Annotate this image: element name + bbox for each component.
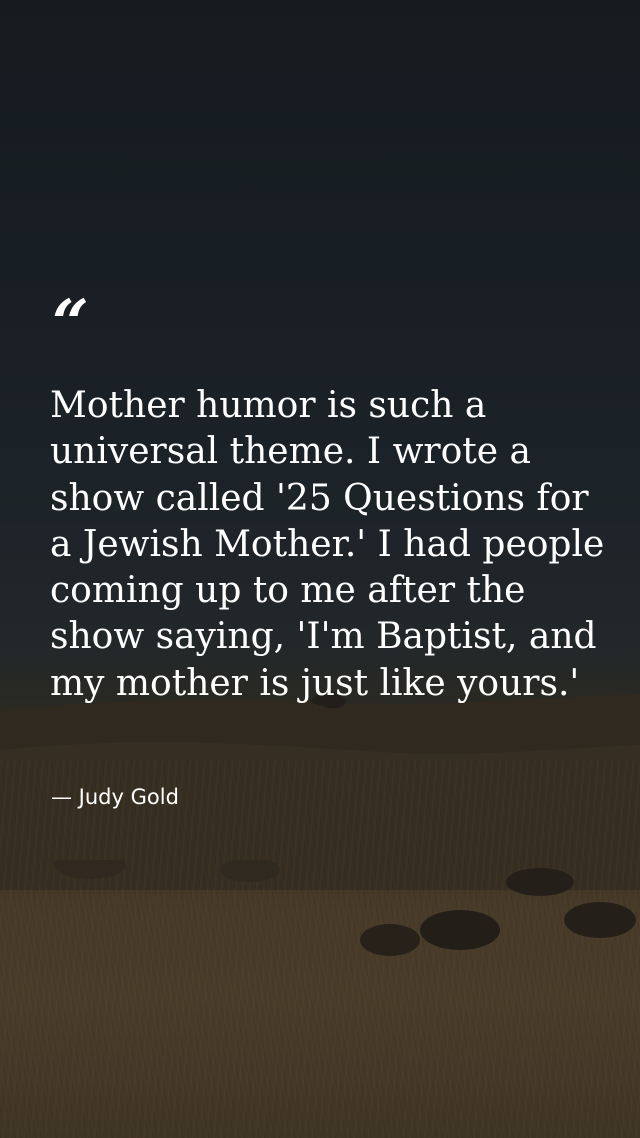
quote-text: Mother humor is such a universal theme. … — [50, 385, 605, 704]
quote-author: — Judy Gold — [51, 785, 179, 809]
quote-mark-icon: “ — [52, 286, 89, 361]
quote-card: “ Mother humor is such a universal theme… — [0, 0, 640, 1138]
